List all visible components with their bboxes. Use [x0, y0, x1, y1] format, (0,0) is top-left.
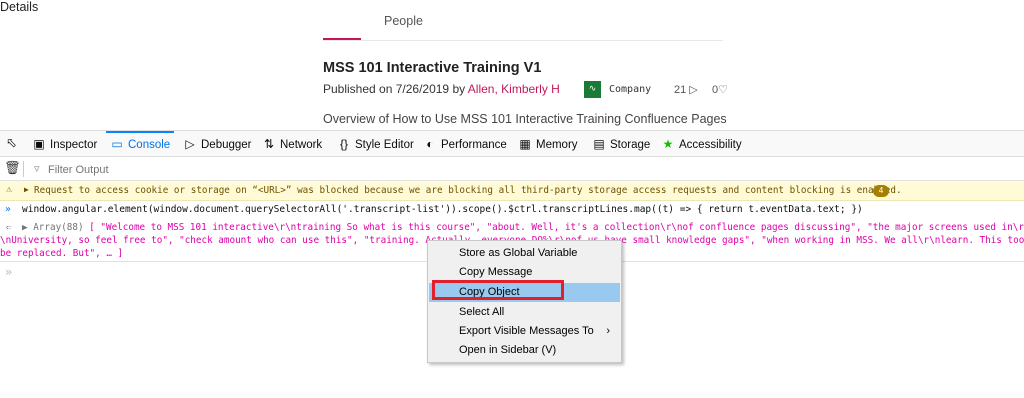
filter-input[interactable]	[46, 160, 350, 180]
menu-item-export-visible[interactable]: Export Visible Messages To ›	[429, 322, 620, 341]
result-prefix: Array(88)	[33, 222, 84, 233]
tool-performance-label: Performance	[441, 139, 507, 151]
context-menu: Store as Global Variable Copy Message Co…	[427, 240, 622, 363]
tool-accessibility-label: Accessibility	[679, 139, 742, 151]
tool-storage-label: Storage	[610, 139, 651, 151]
accessibility-icon: ★	[662, 137, 674, 151]
published-label: Published on 7/26/2019 by	[323, 82, 468, 96]
result-arrow-icon: ⇐	[6, 222, 12, 233]
tool-network-label: Network	[280, 139, 323, 151]
tool-accessibility[interactable]: ★ Accessibility	[661, 131, 742, 157]
storage-icon: ▤	[593, 137, 605, 151]
people-icon: ∿	[584, 81, 601, 98]
trash-icon[interactable]: 🗑	[4, 161, 21, 176]
play-circle-icon: ▷	[686, 84, 698, 96]
menu-item-select-all[interactable]: Select All	[429, 303, 620, 322]
result-line-1: ▶ Array(88) [ "Welcome to MSS 101 intera…	[22, 222, 1024, 233]
tool-console-label: Console	[128, 139, 171, 151]
overview-text: Overview of How to Use MSS 101 Interacti…	[323, 112, 727, 126]
likes-count[interactable]: 0♡	[712, 83, 728, 96]
prompt-icon: »	[5, 204, 11, 215]
active-tab-indicator	[323, 38, 361, 40]
element-picker-icon[interactable]: ⬁	[6, 136, 17, 151]
network-icon: ⇅	[263, 137, 275, 151]
annotation-highlight-box	[432, 280, 564, 300]
expand-arrow-icon[interactable]: ▶	[24, 185, 29, 194]
inspector-icon: ▣	[33, 137, 45, 151]
menu-item-open-sidebar[interactable]: Open in Sidebar (V)	[429, 341, 620, 360]
tool-network[interactable]: ⇅ Network	[262, 131, 322, 157]
filter-bar: 🗑 ▿	[0, 157, 1024, 181]
tool-console[interactable]: ▭ Console	[110, 131, 170, 157]
tool-memory[interactable]: ▦ Memory	[518, 131, 578, 157]
result-line-3: be replaced. But", … ]	[0, 248, 124, 259]
web-page: Details People MSS 101 Interactive Train…	[0, 0, 1024, 130]
author-link[interactable]: Allen, Kimberly H	[468, 82, 560, 96]
tab-details[interactable]: Details	[0, 0, 38, 14]
tool-style-editor[interactable]: {} Style Editor	[337, 131, 414, 157]
warning-message: ⚠ ▶ Request to access cookie or storage …	[0, 181, 1024, 201]
tab-people[interactable]: People	[384, 14, 423, 28]
tool-memory-label: Memory	[536, 139, 578, 151]
tab-divider	[323, 40, 723, 41]
gauge-icon: ◐	[426, 137, 434, 151]
chevron-right-icon: ›	[606, 325, 610, 337]
tool-debugger-label: Debugger	[201, 139, 252, 151]
company-label[interactable]: Company	[609, 84, 651, 95]
warning-icon: ⚠	[6, 184, 13, 195]
memory-icon: ▦	[519, 137, 531, 151]
debugger-icon: ▷	[185, 137, 195, 151]
menu-item-export-label: Export Visible Messages To	[459, 325, 594, 337]
console-command: » window.angular.element(window.document…	[0, 201, 1024, 219]
tool-debugger[interactable]: ▷ Debugger	[183, 131, 252, 157]
tool-style-editor-label: Style Editor	[355, 139, 414, 151]
result-text-1: [ "Welcome to MSS 101 interactive\r\ntra…	[89, 222, 1024, 233]
braces-icon: {}	[339, 137, 348, 151]
menu-item-store-global[interactable]: Store as Global Variable	[429, 244, 620, 263]
console-input-prompt[interactable]: »	[5, 265, 12, 279]
warning-text: Request to access cookie or storage on “…	[34, 185, 902, 196]
tool-inspector[interactable]: ▣ Inspector	[32, 131, 97, 157]
page-title: MSS 101 Interactive Training V1	[323, 60, 542, 76]
filter-separator	[23, 161, 24, 177]
console-icon: ▭	[111, 137, 123, 151]
filter-icon: ▿	[34, 162, 40, 175]
tool-performance[interactable]: ◐ Performance	[423, 131, 507, 157]
devtools-toolbar: ⬁ ▣ Inspector ▭ Console ▷ Debugger ⇅ Network…	[0, 130, 1024, 157]
command-text: window.angular.element(window.document.q…	[22, 204, 863, 215]
published-info: Published on 7/26/2019 by Allen, Kimberl…	[323, 82, 560, 100]
tool-storage[interactable]: ▤ Storage	[592, 131, 650, 157]
heart-icon[interactable]: ♡	[718, 84, 728, 96]
tool-inspector-label: Inspector	[50, 139, 98, 151]
views-count: 21 ▷	[674, 83, 698, 96]
views-number: 21	[674, 84, 687, 96]
repeat-count-badge: 4	[873, 185, 889, 197]
expand-triangle-icon[interactable]: ▶	[22, 222, 33, 233]
